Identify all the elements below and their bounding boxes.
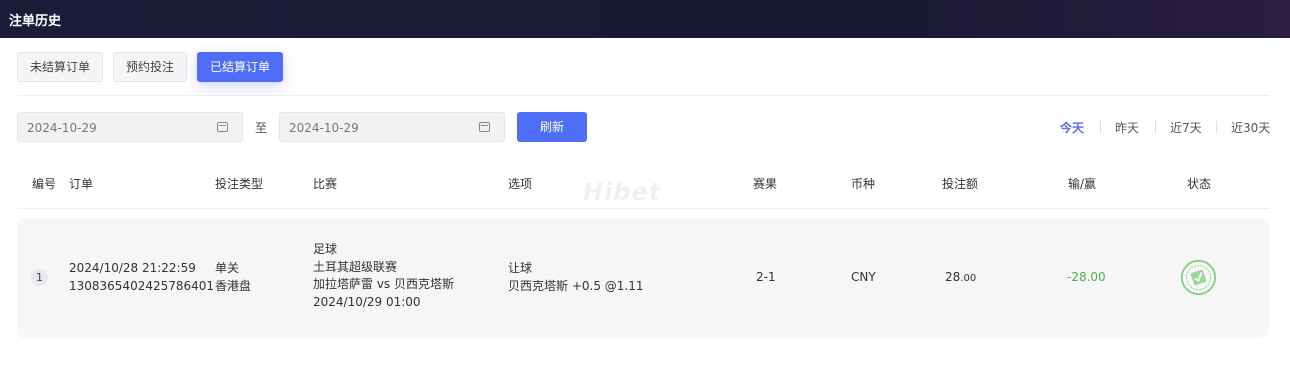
column-header-currency: 币种 xyxy=(851,177,876,191)
column-header-selection: 选项 xyxy=(508,177,533,191)
date-to-field[interactable]: 2024-10-29 xyxy=(279,112,505,142)
quick-range-30days[interactable]: 近30天 xyxy=(1231,119,1270,136)
settled-stamp-icon xyxy=(1180,259,1217,296)
bet-type-cell: 单关 香港盘 xyxy=(215,260,251,295)
stake: 28.00 xyxy=(945,269,976,288)
column-header-result: 赛果 xyxy=(753,177,778,191)
currency: CNY xyxy=(851,270,876,284)
top-bar: 注单历史 xyxy=(0,0,1290,38)
calendar-icon[interactable] xyxy=(217,122,228,132)
quick-range-yesterday[interactable]: 昨天 xyxy=(1115,119,1139,136)
match-time: 2024/10/29 01:00 xyxy=(313,294,421,309)
selection-cell: 让球 贝西克塔斯 +0.5 @1.11 xyxy=(508,260,644,295)
column-header-bet-type: 投注类型 xyxy=(215,177,264,191)
date-separator: 至 xyxy=(255,121,268,135)
row-index: 1 xyxy=(31,269,48,286)
quick-range-separator xyxy=(1100,121,1101,133)
column-header-match: 比赛 xyxy=(313,177,338,191)
column-header-index: 编号 xyxy=(32,177,57,191)
column-header-stake: 投注额 xyxy=(942,177,979,191)
order-time: 2024/10/28 21:22:59 xyxy=(69,261,196,275)
selection: 贝西克塔斯 +0.5 @1.11 xyxy=(508,278,644,293)
column-header-order: 订单 xyxy=(69,177,94,191)
divider xyxy=(17,95,1269,96)
stake-integer: 28 xyxy=(945,270,961,284)
stake-decimal: .00 xyxy=(960,273,977,284)
column-header-win-loss: 输/赢 xyxy=(1068,177,1097,191)
date-from-field[interactable]: 2024-10-29 xyxy=(17,112,243,142)
table-row[interactable]: 1 2024/10/28 21:22:59 130836540242578640… xyxy=(17,218,1269,338)
tab-settled[interactable]: 已结算订单 xyxy=(197,52,283,82)
order-cell: 2024/10/28 21:22:59 1308365402425786401 xyxy=(69,260,214,295)
calendar-icon[interactable] xyxy=(479,122,490,132)
refresh-button[interactable]: 刷新 xyxy=(517,112,587,142)
order-id: 1308365402425786401 xyxy=(69,278,215,293)
date-to-value: 2024-10-29 xyxy=(289,121,359,135)
date-from-value: 2024-10-29 xyxy=(27,121,97,135)
table-header-divider xyxy=(17,208,1269,209)
quick-range-separator xyxy=(1155,121,1156,133)
match-teams: 加拉塔萨雷 vs 贝西克塔斯 xyxy=(313,277,454,291)
win-loss: -28.00 xyxy=(1067,270,1106,284)
quick-range-today[interactable]: 今天 xyxy=(1060,119,1084,136)
watermark: Hibet xyxy=(583,178,662,206)
sport: 足球 xyxy=(313,242,338,256)
tab-reserved[interactable]: 预约投注 xyxy=(113,52,187,82)
page-title: 注单历史 xyxy=(9,14,62,29)
column-header-status: 状态 xyxy=(1187,177,1212,191)
league: 土耳其超级联赛 xyxy=(313,259,398,274)
tab-unsettled[interactable]: 未结算订单 xyxy=(17,52,103,82)
match-cell: 足球 土耳其超级联赛 加拉塔萨雷 vs 贝西克塔斯 2024/10/29 01:… xyxy=(313,241,454,311)
quick-range-7days[interactable]: 近7天 xyxy=(1170,119,1202,136)
market: 让球 xyxy=(508,261,533,275)
bet-type: 单关 xyxy=(215,261,240,275)
quick-range-separator xyxy=(1216,121,1217,133)
odds-type: 香港盘 xyxy=(215,278,252,293)
result: 2-1 xyxy=(756,270,776,284)
